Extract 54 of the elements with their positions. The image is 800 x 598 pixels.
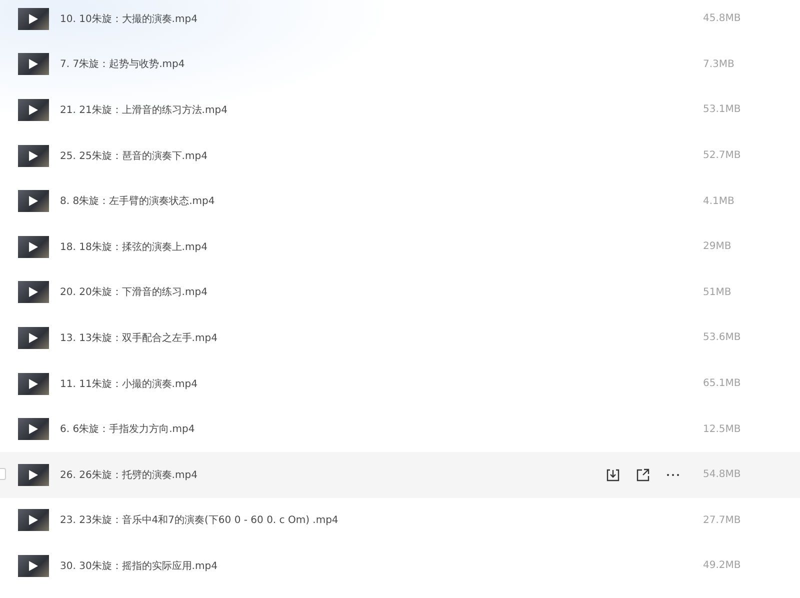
file-size: 27.7MB xyxy=(703,514,742,526)
file-size: 45.8MB xyxy=(703,13,742,24)
share-icon[interactable] xyxy=(635,466,651,483)
file-name[interactable]: 25. 25朱旋：琶音的演奏下.mp4 xyxy=(60,148,703,163)
file-size: 52.7MB xyxy=(703,150,742,162)
file-row[interactable]: 8. 8朱旋：左手臂的演奏状态.mp4 4.1MB xyxy=(0,178,800,224)
file-row[interactable]: 6. 6朱旋：手指发力方向.mp4 12.5MB xyxy=(0,406,800,452)
file-name[interactable]: 23. 23朱旋：音乐中4和7的演奏(下60 0 - 60 0. c Om) .mp4 xyxy=(60,513,703,528)
file-row[interactable]: 18. 18朱旋：揉弦的演奏上.mp4 29MB xyxy=(0,224,800,270)
file-name[interactable]: 18. 18朱旋：揉弦的演奏上.mp4 xyxy=(60,240,703,254)
file-size: 53.1MB xyxy=(703,104,742,116)
file-size: 49.2MB xyxy=(703,560,742,572)
file-name[interactable]: 20. 20朱旋：下滑音的练习.mp4 xyxy=(60,285,703,300)
file-size: 51MB xyxy=(703,286,732,298)
file-row[interactable]: 21. 21朱旋：上滑音的练习方法.mp4 53.1MB xyxy=(0,87,800,133)
play-icon xyxy=(29,196,38,206)
file-size: 29MB xyxy=(703,241,732,252)
play-icon xyxy=(29,150,38,161)
file-name[interactable]: 6. 6朱旋：手指发力方向.mp4 xyxy=(60,422,703,436)
play-icon xyxy=(29,59,38,70)
file-row[interactable]: 26. 26朱旋：托劈的演奏.mp4 54.8MB xyxy=(0,452,800,498)
play-icon xyxy=(29,14,38,24)
file-row[interactable]: 13. 13朱旋：双手配合之左手.mp4 53.6MB xyxy=(0,315,800,361)
file-row[interactable]: 10. 10朱旋：大撮的演奏.mp4 45.8MB xyxy=(0,0,800,42)
file-size: 12.5MB xyxy=(703,424,742,435)
file-name[interactable]: 30. 30朱旋：摇指的实际应用.mp4 xyxy=(60,558,703,573)
file-name[interactable]: 10. 10朱旋：大撮的演奏.mp4 xyxy=(60,12,703,26)
file-name[interactable]: 11. 11朱旋：小撮的演奏.mp4 xyxy=(60,376,703,391)
file-name[interactable]: 21. 21朱旋：上滑音的练习方法.mp4 xyxy=(60,102,703,117)
file-size: 7.3MB xyxy=(703,58,736,70)
file-row[interactable]: 20. 20朱旋：下滑音的练习.mp4 51MB xyxy=(0,270,800,316)
play-icon xyxy=(29,378,38,389)
play-icon xyxy=(29,242,38,252)
play-icon xyxy=(29,287,38,298)
file-size: 53.6MB xyxy=(703,332,742,344)
file-row[interactable]: 7. 7朱旋：起势与收势.mp4 7.3MB xyxy=(0,42,800,88)
file-row[interactable]: 23. 23朱旋：音乐中4和7的演奏(下60 0 - 60 0. c Om) .mp4 27.7MB xyxy=(0,498,800,544)
file-name[interactable]: 26. 26朱旋：托劈的演奏.mp4 xyxy=(60,468,605,482)
play-icon xyxy=(29,424,38,434)
file-row[interactable]: 11. 11朱旋：小撮的演奏.mp4 65.1MB xyxy=(0,360,800,406)
file-size: 4.1MB xyxy=(703,196,736,207)
play-icon xyxy=(29,104,38,115)
file-size: 54.8MB xyxy=(703,469,742,480)
file-row[interactable]: 30. 30朱旋：摇指的实际应用.mp4 49.2MB xyxy=(0,543,800,589)
file-name[interactable]: 8. 8朱旋：左手臂的演奏状态.mp4 xyxy=(60,194,703,208)
file-name[interactable]: 13. 13朱旋：双手配合之左手.mp4 xyxy=(60,330,703,345)
file-size: 65.1MB xyxy=(703,378,742,390)
play-icon xyxy=(29,515,38,526)
play-icon xyxy=(29,560,38,571)
play-icon xyxy=(29,470,38,480)
file-name[interactable]: 7. 7朱旋：起势与收势.mp4 xyxy=(60,57,703,72)
play-icon xyxy=(29,332,38,343)
file-row[interactable]: 25. 25朱旋：琶音的演奏下.mp4 52.7MB xyxy=(0,132,800,178)
download-icon[interactable] xyxy=(605,466,621,483)
